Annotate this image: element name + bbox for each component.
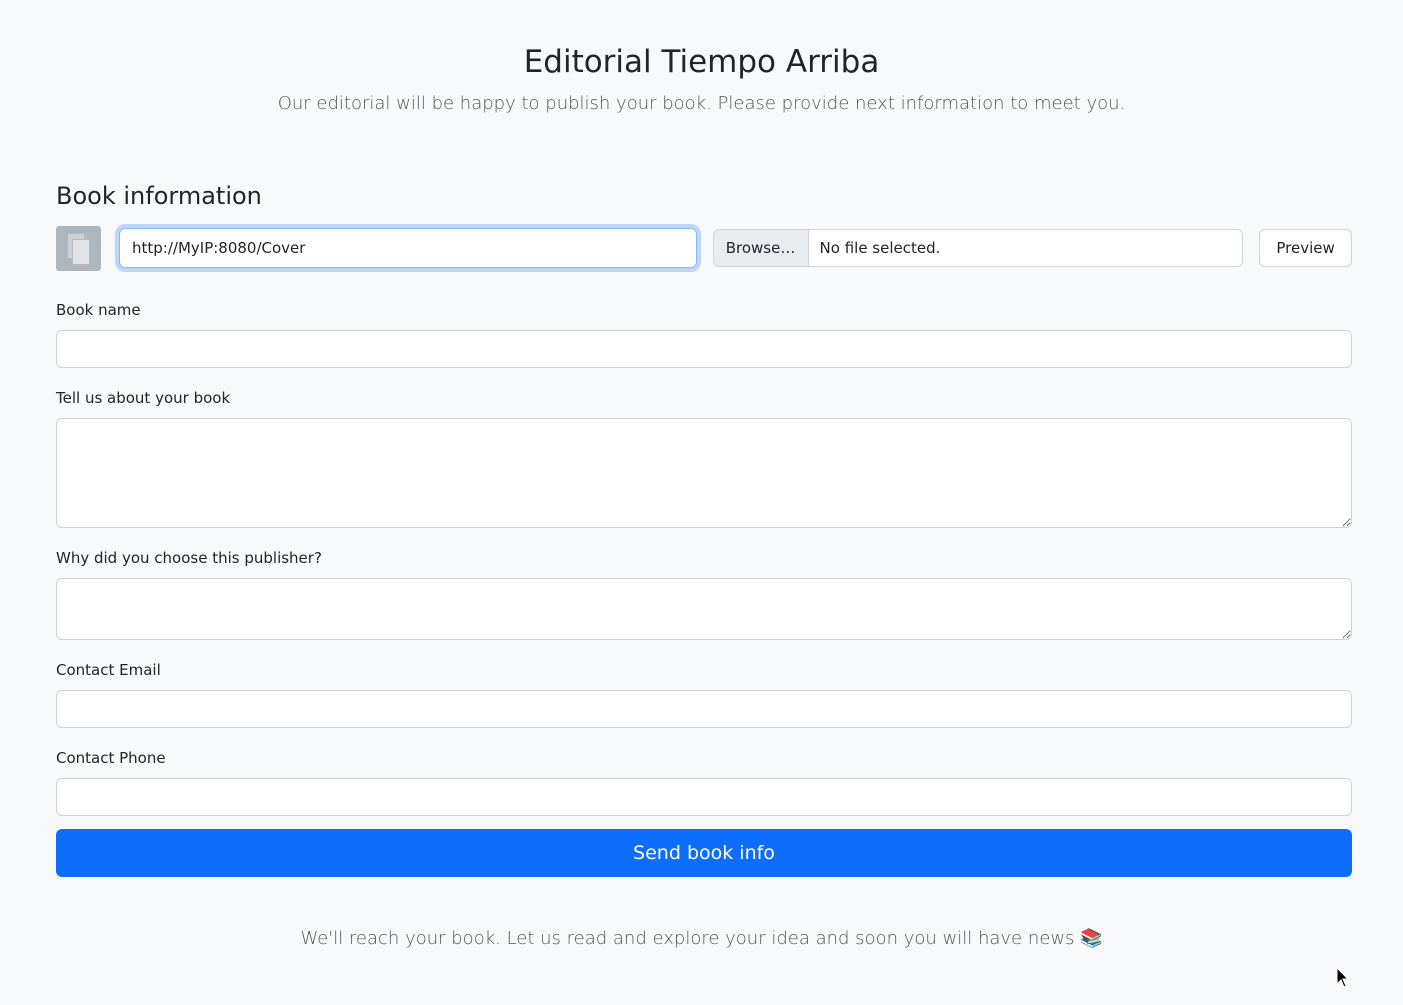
why-label: Why did you choose this publisher? [56, 549, 322, 567]
about-field: Tell us about your book [56, 388, 1352, 528]
book-name-input[interactable] [56, 330, 1352, 368]
why-field: Why did you choose this publisher? [56, 548, 1352, 640]
cover-image-icon [56, 225, 101, 271]
phone-field: Contact Phone [56, 748, 1352, 816]
about-textarea[interactable] [56, 418, 1352, 528]
phone-input[interactable] [56, 778, 1352, 816]
about-label: Tell us about your book [56, 389, 231, 407]
page-header: Editorial Tiempo Arriba Our editorial wi… [0, 0, 1403, 116]
email-input[interactable] [56, 690, 1352, 728]
send-button[interactable]: Send book info [56, 829, 1352, 877]
cover-row: Browse… No file selected. Preview [56, 224, 1352, 272]
email-label: Contact Email [56, 661, 161, 679]
footer-message: We'll reach your book. Let us read and e… [300, 928, 1103, 949]
book-name-field: Book name [56, 300, 1352, 368]
page-title: Editorial Tiempo Arriba [523, 44, 880, 80]
cover-url-input[interactable] [119, 228, 697, 268]
phone-label: Contact Phone [56, 749, 166, 767]
preview-button[interactable]: Preview [1259, 229, 1352, 267]
book-form: Book information Browse… No file selecte… [56, 180, 1352, 816]
browse-button[interactable]: Browse… [713, 230, 809, 266]
file-status: No file selected. [819, 239, 941, 257]
section-title: Book information [56, 182, 262, 210]
mouse-cursor-icon [1336, 967, 1350, 988]
book-name-label: Book name [56, 301, 141, 319]
email-field: Contact Email [56, 660, 1352, 728]
file-input[interactable]: Browse… No file selected. [712, 229, 1244, 267]
page-subtitle: Our editorial will be happy to publish y… [277, 93, 1126, 114]
why-textarea[interactable] [56, 578, 1352, 640]
